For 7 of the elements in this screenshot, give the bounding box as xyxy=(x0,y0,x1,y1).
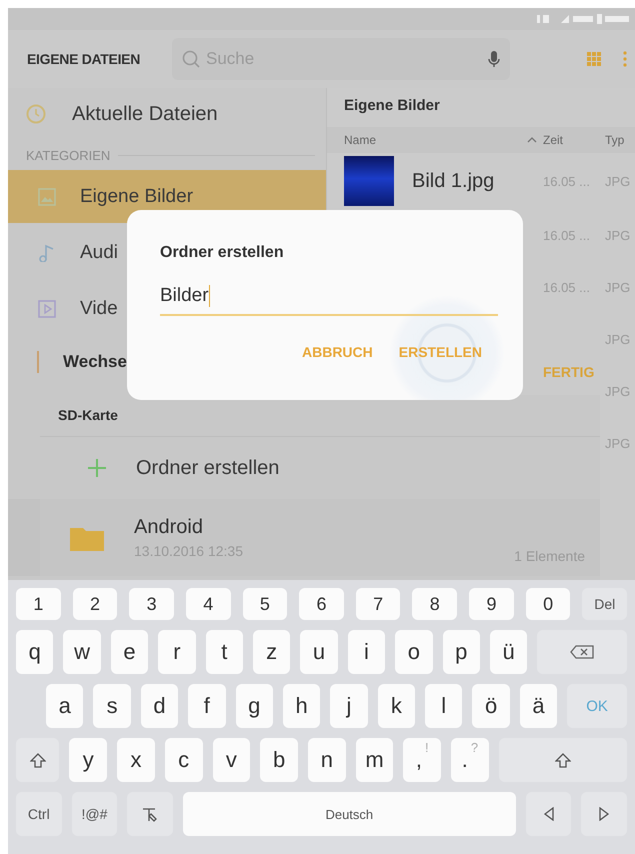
folder-name: Android xyxy=(134,516,204,539)
dialog-title: Ordner erstellen xyxy=(160,244,285,262)
app-title: EIGENE DATEIEN xyxy=(27,51,142,67)
storage-heading: Wechse xyxy=(63,352,127,372)
section-heading: KATEGORIEN xyxy=(26,148,110,162)
file-name: Bild 1.jpg xyxy=(412,170,496,192)
folder-title: Eigene Bilder xyxy=(343,96,441,116)
